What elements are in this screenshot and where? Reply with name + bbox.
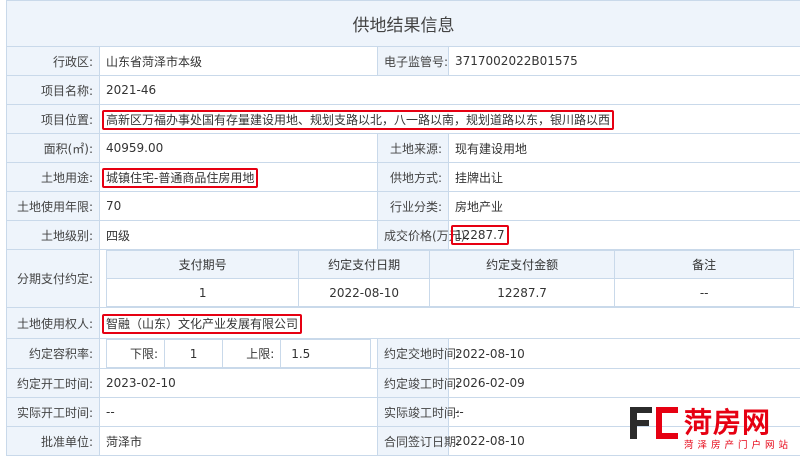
project-name-label: 项目名称:	[7, 76, 100, 105]
ratio-lower-value: 1	[165, 340, 223, 368]
project-name-value: 2021-46	[100, 76, 800, 105]
installment-cell: --	[615, 279, 794, 307]
land-supply-table: 供地结果信息 行政区: 山东省菏泽市本级 电子监管号: 3717002022B0…	[6, 0, 800, 456]
installment-header: 备注	[615, 251, 794, 279]
watermark-brand: 菏房网	[684, 401, 771, 441]
location-value: 高新区万福办事处国有存量建设用地、规划支路以北，八一路以南，规划道路以东，银川路…	[102, 110, 614, 130]
installment-cell: 12287.7	[429, 279, 614, 307]
supply-value: 挂牌出让	[449, 163, 800, 192]
level-label: 土地级别:	[7, 221, 100, 250]
ratio-table: 下限: 1 上限: 1.5	[106, 339, 371, 368]
area-value: 40959.00	[100, 134, 378, 163]
location-label: 项目位置:	[7, 105, 100, 134]
supply-label: 供地方式:	[378, 163, 449, 192]
supervise-label: 电子监管号:	[378, 47, 449, 76]
years-label: 土地使用年限:	[7, 192, 100, 221]
page-title: 供地结果信息	[7, 1, 800, 47]
region-label: 行政区:	[7, 47, 100, 76]
usage-value: 城镇住宅-普通商品住房用地	[102, 168, 258, 188]
installment-header: 支付期号	[107, 251, 299, 279]
act-start-value: --	[100, 398, 378, 427]
site-watermark: 菏房网 菏泽房产门户网站	[626, 401, 796, 451]
industry-value: 房地产业	[449, 192, 800, 221]
ratio-upper-label: 上限:	[223, 340, 281, 368]
start-label: 约定开工时间:	[7, 369, 100, 398]
installment-cell: 2022-08-10	[299, 279, 430, 307]
source-label: 土地来源:	[378, 134, 449, 163]
finish-label: 约定竣工时间:	[378, 369, 449, 398]
installment-header: 约定支付日期	[299, 251, 430, 279]
land-supply-result-page: 供地结果信息 行政区: 山东省菏泽市本级 电子监管号: 3717002022B0…	[0, 0, 800, 455]
usage-label: 土地用途:	[7, 163, 100, 192]
installment-table: 支付期号 约定支付日期 约定支付金额 备注 1 2022-08-10 12287…	[106, 250, 794, 307]
start-value: 2023-02-10	[100, 369, 378, 398]
price-label: 成交价格(万元):	[378, 221, 449, 250]
supervise-value: 3717002022B01575	[449, 47, 800, 76]
contract-label: 合同签订日期:	[378, 427, 449, 456]
deliver-value: 2022-08-10	[449, 339, 800, 369]
installment-header: 约定支付金额	[429, 251, 614, 279]
watermark-subtitle: 菏泽房产门户网站	[684, 437, 792, 451]
act-finish-label: 实际竣工时间:	[378, 398, 449, 427]
price-value: 12287.7	[451, 225, 509, 245]
site-logo-icon	[626, 401, 682, 445]
source-value: 现有建设用地	[449, 134, 800, 163]
ratio-lower-label: 下限:	[107, 340, 165, 368]
owner-value: 智融（山东）文化产业发展有限公司	[102, 314, 302, 334]
ratio-label: 约定容积率:	[7, 339, 100, 369]
finish-value: 2026-02-09	[449, 369, 800, 398]
level-value: 四级	[100, 221, 378, 250]
approver-label: 批准单位:	[7, 427, 100, 456]
region-value: 山东省菏泽市本级	[100, 47, 378, 76]
ratio-upper-value: 1.5	[281, 340, 371, 368]
installment-cell: 1	[107, 279, 299, 307]
deliver-label: 约定交地时间:	[378, 339, 449, 369]
industry-label: 行业分类:	[378, 192, 449, 221]
installment-label: 分期支付约定:	[7, 250, 100, 308]
approver-value: 菏泽市	[100, 427, 378, 456]
area-label: 面积(㎡):	[7, 134, 100, 163]
owner-label: 土地使用权人:	[7, 308, 100, 339]
years-value: 70	[100, 192, 378, 221]
act-start-label: 实际开工时间:	[7, 398, 100, 427]
